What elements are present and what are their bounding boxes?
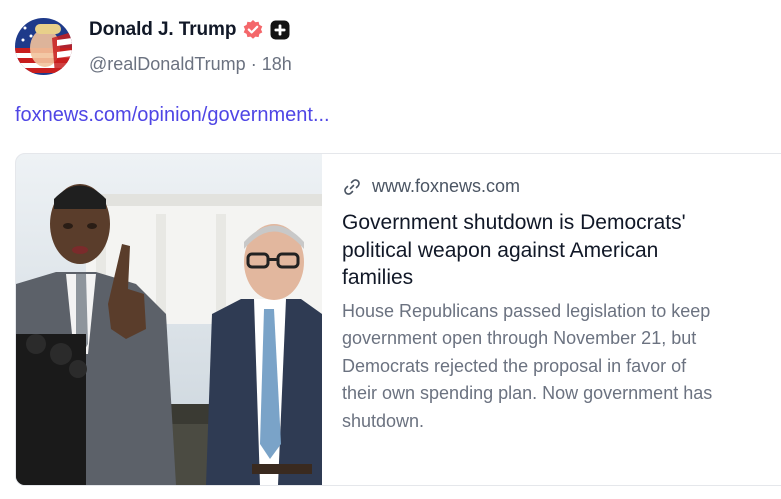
- card-body: www.foxnews.com Government shutdown is D…: [322, 154, 781, 485]
- author-meta-row: @realDonaldTrump · 18h: [89, 54, 292, 75]
- author-handle[interactable]: @realDonaldTrump: [89, 54, 246, 74]
- verified-badge-icon: [242, 19, 264, 41]
- plus-badge-icon: [270, 20, 290, 40]
- post-link[interactable]: foxnews.com/opinion/government...: [15, 104, 330, 127]
- author-display-name[interactable]: Donald J. Trump: [89, 19, 236, 41]
- news-photo: [16, 154, 322, 485]
- avatar[interactable]: [15, 18, 72, 75]
- link-icon: [342, 177, 362, 197]
- card-domain: www.foxnews.com: [372, 176, 521, 196]
- card-description: House Republicans passed legislation to …: [342, 300, 713, 431]
- meta-separator: ·: [250, 54, 257, 74]
- author-name-row: Donald J. Trump: [89, 19, 290, 41]
- link-preview-card[interactable]: www.foxnews.com Government shutdown is D…: [15, 153, 781, 486]
- post-timestamp[interactable]: 18h: [262, 54, 292, 74]
- card-thumbnail: [16, 154, 322, 485]
- card-domain-row: www.foxnews.com: [342, 176, 781, 197]
- card-title: Government shutdown is Democrats' politi…: [342, 211, 686, 289]
- avatar-image: [15, 18, 72, 75]
